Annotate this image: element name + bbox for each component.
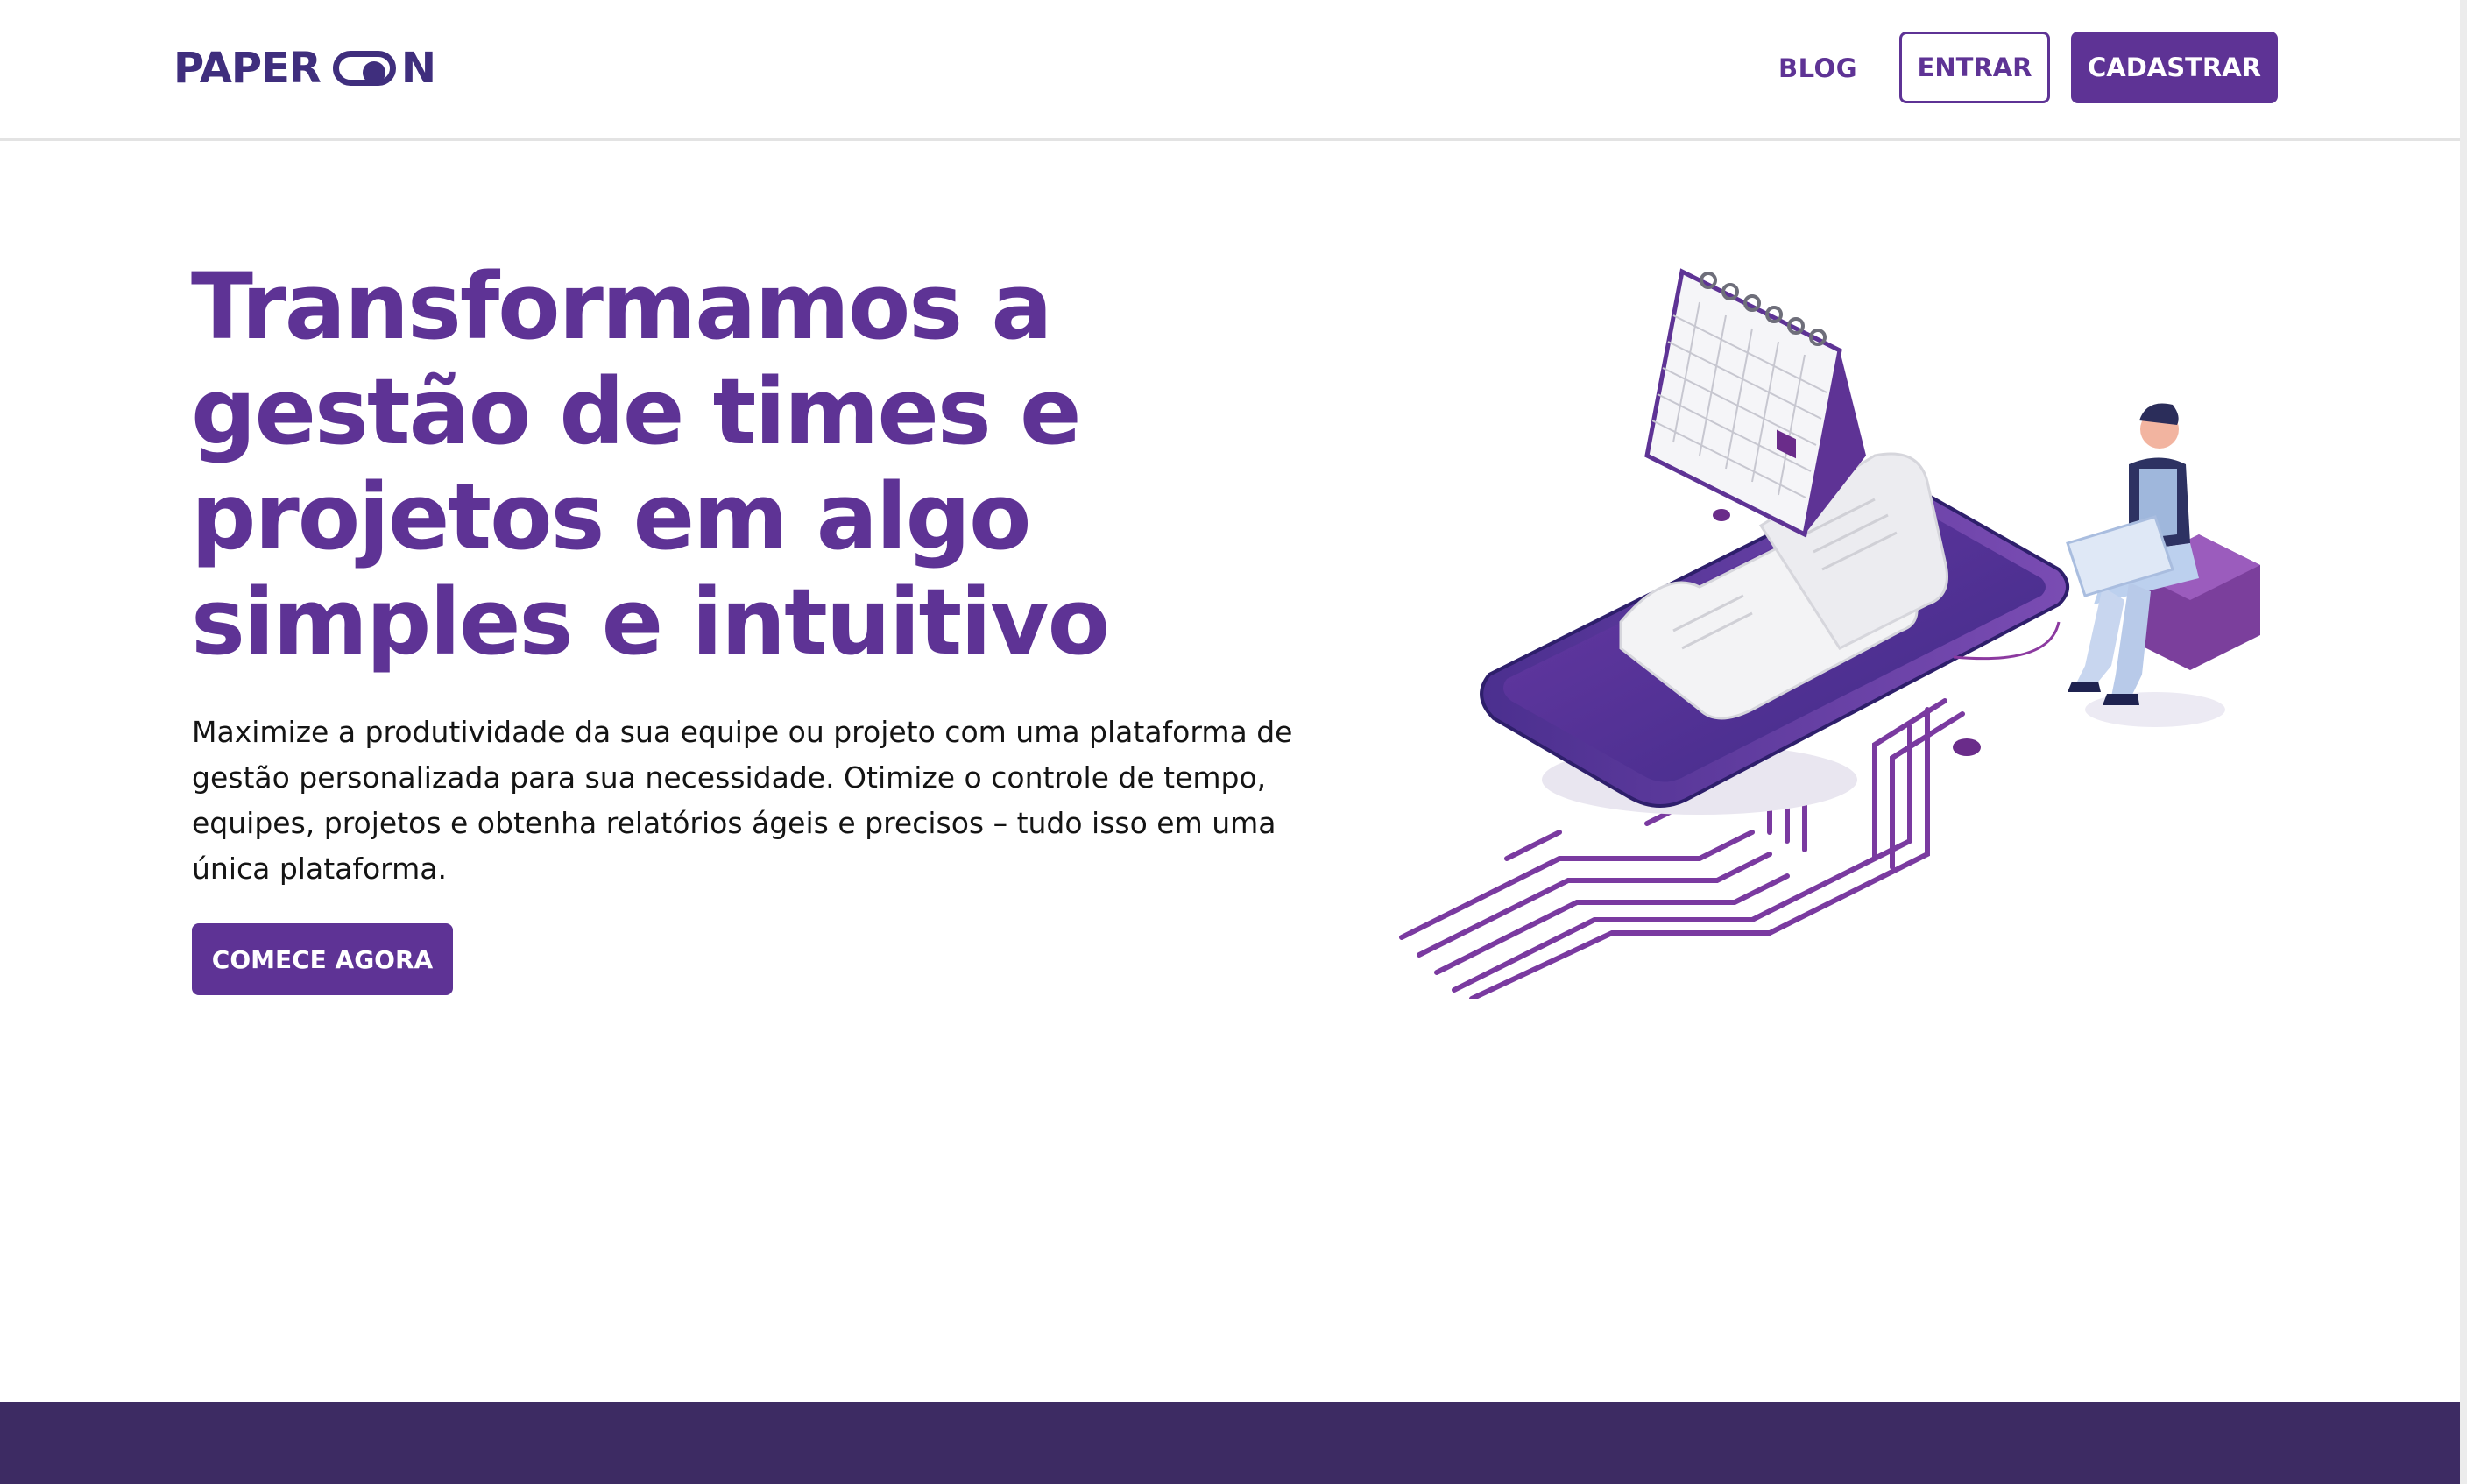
top-navbar: PAPER N BLOG ENTRAR CADASTRAR xyxy=(0,0,2460,141)
paperon-logo[interactable]: PAPER N xyxy=(173,44,436,93)
scrollbar[interactable] xyxy=(2460,0,2467,1484)
nav-link-blog[interactable]: BLOG xyxy=(1778,49,1857,88)
hero-title: Transformamos a gestão de times e projet… xyxy=(191,254,1330,675)
footer-band xyxy=(0,1402,2460,1484)
hero-description: Maximize a produtividade da sua equipe o… xyxy=(192,715,1293,886)
landing-page: PAPER N BLOG ENTRAR CADASTRAR Transforma… xyxy=(0,0,2467,1484)
hero-title-line: simples e intuitivo xyxy=(191,569,1110,675)
hero-title-line: gestão de times e xyxy=(191,358,1082,465)
toggle-switch-icon xyxy=(332,51,396,86)
login-button[interactable]: ENTRAR xyxy=(1899,32,2050,103)
start-now-button[interactable]: COMECE AGORA xyxy=(192,923,453,995)
hero-title-line: projetos em algo xyxy=(191,463,1031,570)
hero-title-line: Transformamos a xyxy=(191,253,1053,360)
phone-calendar-receipt-person-illustration xyxy=(1399,268,2260,999)
calendar-icon xyxy=(1644,268,1866,538)
signup-button[interactable]: CADASTRAR xyxy=(2071,32,2278,103)
logo-text-paper: PAPER xyxy=(173,44,322,93)
logo-text-n: N xyxy=(400,44,436,93)
